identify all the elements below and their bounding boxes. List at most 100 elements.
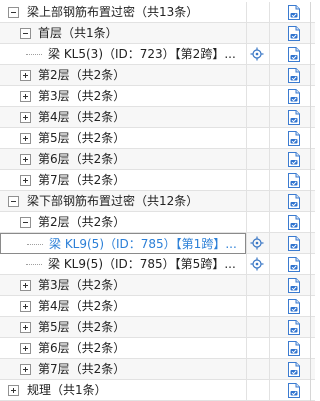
- locate-icon[interactable]: [250, 257, 264, 271]
- tree-floor-row[interactable]: 第7层（共2条）: [0, 359, 315, 380]
- expand-toggle-icon[interactable]: [20, 322, 31, 333]
- expand-toggle-icon[interactable]: [20, 280, 31, 291]
- floor-label: 第3层（共2条）: [38, 278, 126, 292]
- tree-cell[interactable]: 第2层（共2条）: [0, 212, 246, 233]
- tree-group-row[interactable]: 梁上部钢筋布置过密（共13条）: [0, 2, 315, 23]
- document-icon[interactable]: [287, 152, 301, 167]
- column-divider: [310, 380, 311, 401]
- group-label: 梁下部钢筋布置过密（共12条）: [27, 194, 199, 208]
- column-divider: [269, 107, 270, 128]
- floor-label: 第6层（共2条）: [38, 341, 126, 355]
- tree-cell[interactable]: 梁上部钢筋布置过密（共13条）: [0, 2, 246, 23]
- tree-floor-row[interactable]: 第5层（共2条）: [0, 317, 315, 338]
- collapse-toggle-icon[interactable]: [8, 7, 19, 18]
- column-divider: [269, 44, 270, 65]
- tree-group-row[interactable]: 梁下部钢筋布置过密（共12条）: [0, 191, 315, 212]
- tree-cell[interactable]: 规理（共1条）: [0, 380, 246, 401]
- tree-cell[interactable]: 第4层（共2条）: [0, 107, 246, 128]
- column-divider: [246, 86, 247, 107]
- tree-floor-row[interactable]: 第3层（共2条）: [0, 275, 315, 296]
- column-divider: [246, 149, 247, 170]
- tree-cell[interactable]: 第3层（共2条）: [0, 275, 246, 296]
- tree-item-row[interactable]: 梁 KL9(5)（ID：785）【第5跨】...: [0, 254, 315, 275]
- column-divider: [269, 128, 270, 149]
- column-divider: [310, 44, 311, 65]
- tree-cell[interactable]: 第5层（共2条）: [0, 128, 246, 149]
- column-divider: [269, 296, 270, 317]
- tree-cell[interactable]: 第7层（共2条）: [0, 359, 246, 380]
- tree-floor-row[interactable]: 第6层（共2条）: [0, 149, 315, 170]
- column-divider: [246, 107, 247, 128]
- document-icon[interactable]: [287, 89, 301, 104]
- tree-floor-row[interactable]: 首层（共1条）: [0, 23, 315, 44]
- collapse-toggle-icon[interactable]: [20, 28, 31, 39]
- column-divider: [246, 170, 247, 191]
- tree-item-row[interactable]: 梁 KL9(5)（ID：785）【第1跨】...: [0, 233, 315, 254]
- document-icon[interactable]: [287, 383, 301, 398]
- column-divider: [310, 2, 311, 23]
- document-icon[interactable]: [287, 194, 301, 209]
- document-icon[interactable]: [287, 362, 301, 377]
- column-divider: [246, 317, 247, 338]
- tree-cell[interactable]: 第6层（共2条）: [0, 149, 246, 170]
- expand-toggle-icon[interactable]: [20, 154, 31, 165]
- document-icon[interactable]: [287, 215, 301, 230]
- document-icon[interactable]: [287, 341, 301, 356]
- column-divider: [246, 65, 247, 86]
- expand-toggle-icon[interactable]: [20, 70, 31, 81]
- tree-floor-row[interactable]: 第6层（共2条）: [0, 338, 315, 359]
- column-divider: [310, 107, 311, 128]
- collapse-toggle-icon[interactable]: [8, 196, 19, 207]
- document-icon[interactable]: [287, 278, 301, 293]
- tree-cell[interactable]: 首层（共1条）: [0, 23, 246, 44]
- tree-floor-row[interactable]: 第5层（共2条）: [0, 128, 315, 149]
- tree-cell[interactable]: 梁 KL9(5)（ID：785）【第5跨】...: [0, 254, 246, 275]
- tree-cell[interactable]: 第3层（共2条）: [0, 86, 246, 107]
- document-icon[interactable]: [287, 299, 301, 314]
- tree-cell[interactable]: 梁 KL9(5)（ID：785）【第1跨】...: [0, 233, 246, 254]
- tree-cell[interactable]: 第7层（共2条）: [0, 170, 246, 191]
- document-icon[interactable]: [287, 173, 301, 188]
- collapse-toggle-icon[interactable]: [20, 217, 31, 228]
- document-icon[interactable]: [287, 110, 301, 125]
- tree-floor-row[interactable]: 第3层（共2条）: [0, 86, 315, 107]
- tree-cell[interactable]: 梁 KL5(3)（ID：723）【第2跨】...: [0, 44, 246, 65]
- document-icon[interactable]: [287, 26, 301, 41]
- tree-floor-row[interactable]: 第2层（共2条）: [0, 212, 315, 233]
- document-icon[interactable]: [287, 320, 301, 335]
- expand-toggle-icon[interactable]: [20, 301, 31, 312]
- expand-toggle-icon[interactable]: [20, 133, 31, 144]
- document-icon[interactable]: [287, 47, 301, 62]
- column-divider: [269, 359, 270, 380]
- expand-toggle-icon[interactable]: [20, 112, 31, 123]
- document-icon[interactable]: [287, 131, 301, 146]
- tree-cell[interactable]: 第5层（共2条）: [0, 317, 246, 338]
- column-divider: [269, 170, 270, 191]
- expand-toggle-icon[interactable]: [20, 175, 31, 186]
- tree-group-row[interactable]: 规理（共1条）: [0, 380, 315, 401]
- locate-icon[interactable]: [250, 236, 264, 250]
- locate-icon[interactable]: [250, 47, 264, 61]
- document-icon[interactable]: [287, 68, 301, 83]
- tree-cell[interactable]: 第2层（共2条）: [0, 65, 246, 86]
- tree-cell[interactable]: 第6层（共2条）: [0, 338, 246, 359]
- floor-label: 第7层（共2条）: [38, 173, 126, 187]
- tree-cell[interactable]: 梁下部钢筋布置过密（共12条）: [0, 191, 246, 212]
- tree-floor-row[interactable]: 第7层（共2条）: [0, 170, 315, 191]
- tree-floor-row[interactable]: 第2层（共2条）: [0, 65, 315, 86]
- group-label: 规理（共1条）: [27, 383, 107, 397]
- expand-toggle-icon[interactable]: [20, 343, 31, 354]
- tree-cell[interactable]: 第4层（共2条）: [0, 296, 246, 317]
- column-divider: [310, 275, 311, 296]
- document-icon[interactable]: [287, 257, 301, 272]
- tree-floor-row[interactable]: 第4层（共2条）: [0, 107, 315, 128]
- expand-toggle-icon[interactable]: [20, 364, 31, 375]
- expand-toggle-icon[interactable]: [8, 385, 19, 396]
- column-divider: [269, 65, 270, 86]
- document-icon[interactable]: [287, 5, 301, 20]
- document-icon[interactable]: [287, 236, 301, 251]
- column-divider: [269, 23, 270, 44]
- tree-floor-row[interactable]: 第4层（共2条）: [0, 296, 315, 317]
- expand-toggle-icon[interactable]: [20, 91, 31, 102]
- tree-item-row[interactable]: 梁 KL5(3)（ID：723）【第2跨】...: [0, 44, 315, 65]
